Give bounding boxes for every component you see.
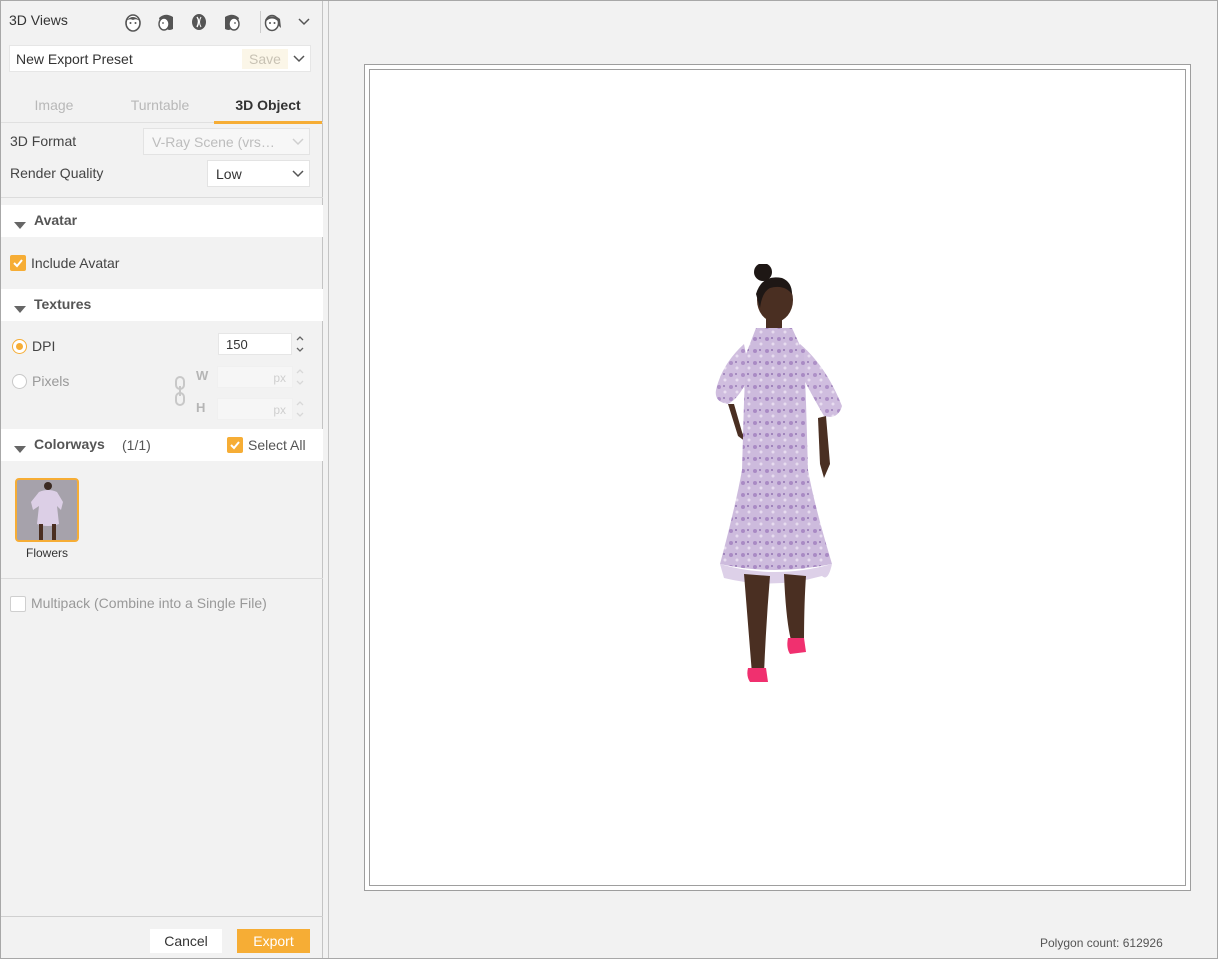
dpi-stepper-icon[interactable] [295,333,305,355]
multipack-checkbox[interactable] [10,596,26,612]
three-quarter-face-icon[interactable] [262,11,284,33]
format-select[interactable]: V-Ray Scene (vrs… [143,128,310,155]
format-value: V-Ray Scene (vrs… [152,134,275,150]
link-chain-icon[interactable] [173,375,187,407]
width-stepper-icon[interactable] [295,366,305,388]
colorway-name: Flowers [25,546,68,560]
px-unit: px [273,371,286,385]
select-all-label: Select All [248,437,306,453]
panel-splitter[interactable] [328,1,329,958]
colorways-section-header[interactable]: Colorways (1/1) Select All [1,429,323,461]
save-preset-button[interactable]: Save [242,49,288,69]
collapse-triangle-icon [14,441,26,453]
height-input[interactable]: px [217,398,293,420]
render-quality-value: Low [216,166,242,182]
polygon-count: Polygon count: 612926 [1040,936,1163,950]
multipack-label: Multipack (Combine into a Single File) [31,595,267,611]
preset-name: New Export Preset [16,51,133,67]
format-label: 3D Format [10,133,77,149]
3d-views-row: 3D Views [9,9,315,35]
width-label: W [196,368,209,383]
views-separator [260,11,261,33]
include-avatar-checkbox[interactable] [10,255,26,271]
dpi-radio[interactable] [12,339,27,354]
preview-frame [364,64,1191,891]
collapse-triangle-icon [14,301,26,313]
footer-divider [1,916,323,917]
textures-section-title: Textures [34,296,92,312]
export-settings-panel: 3D Views New Export Preset Save Image Tu… [1,1,323,958]
chevron-down-icon [291,135,305,149]
colorways-count: (1/1) [122,437,151,453]
select-all-checkbox[interactable] [227,437,243,453]
height-stepper-icon[interactable] [295,398,305,420]
preview-viewport[interactable] [369,69,1186,886]
side-face-left-icon[interactable] [155,11,177,33]
pixels-radio[interactable] [12,374,27,389]
export-type-tabs: Image Turntable 3D Object [1,89,323,124]
avatar-preview-image [715,264,842,682]
render-quality-select[interactable]: Low [207,160,310,187]
chevron-down-icon [291,167,305,181]
colorways-section-title: Colorways [34,436,105,452]
avatar-section-title: Avatar [34,212,78,228]
collapse-triangle-icon [14,217,26,229]
back-head-icon[interactable] [188,11,210,33]
dpi-label: DPI [32,338,56,354]
divider [1,578,323,579]
tab-turntable[interactable]: Turntable [107,89,213,123]
dpi-input[interactable]: 150 [218,333,292,355]
tab-3d-object[interactable]: 3D Object [214,89,322,124]
tab-image[interactable]: Image [1,89,107,123]
colorway-thumbnail[interactable] [15,478,79,542]
include-avatar-label: Include Avatar [31,255,120,271]
px-unit: px [273,403,286,417]
render-quality-label: Render Quality [10,165,104,181]
front-face-icon[interactable] [122,11,144,33]
3d-views-title: 3D Views [9,12,68,28]
views-dropdown-chevron-icon[interactable] [297,15,311,29]
avatar-section-header[interactable]: Avatar [1,205,323,237]
divider [1,197,323,198]
chevron-down-icon[interactable] [292,52,306,66]
textures-section-header[interactable]: Textures [1,289,323,321]
pixels-label: Pixels [32,373,70,389]
export-button[interactable]: Export [237,929,310,953]
height-label: H [196,400,206,415]
cancel-button[interactable]: Cancel [150,929,222,953]
dpi-value: 150 [226,337,248,352]
side-face-right-icon[interactable] [221,11,243,33]
export-window: 3D Views New Export Preset Save Image Tu… [0,0,1218,959]
width-input[interactable]: px [217,366,293,388]
export-preset-select[interactable]: New Export Preset Save [9,45,311,72]
